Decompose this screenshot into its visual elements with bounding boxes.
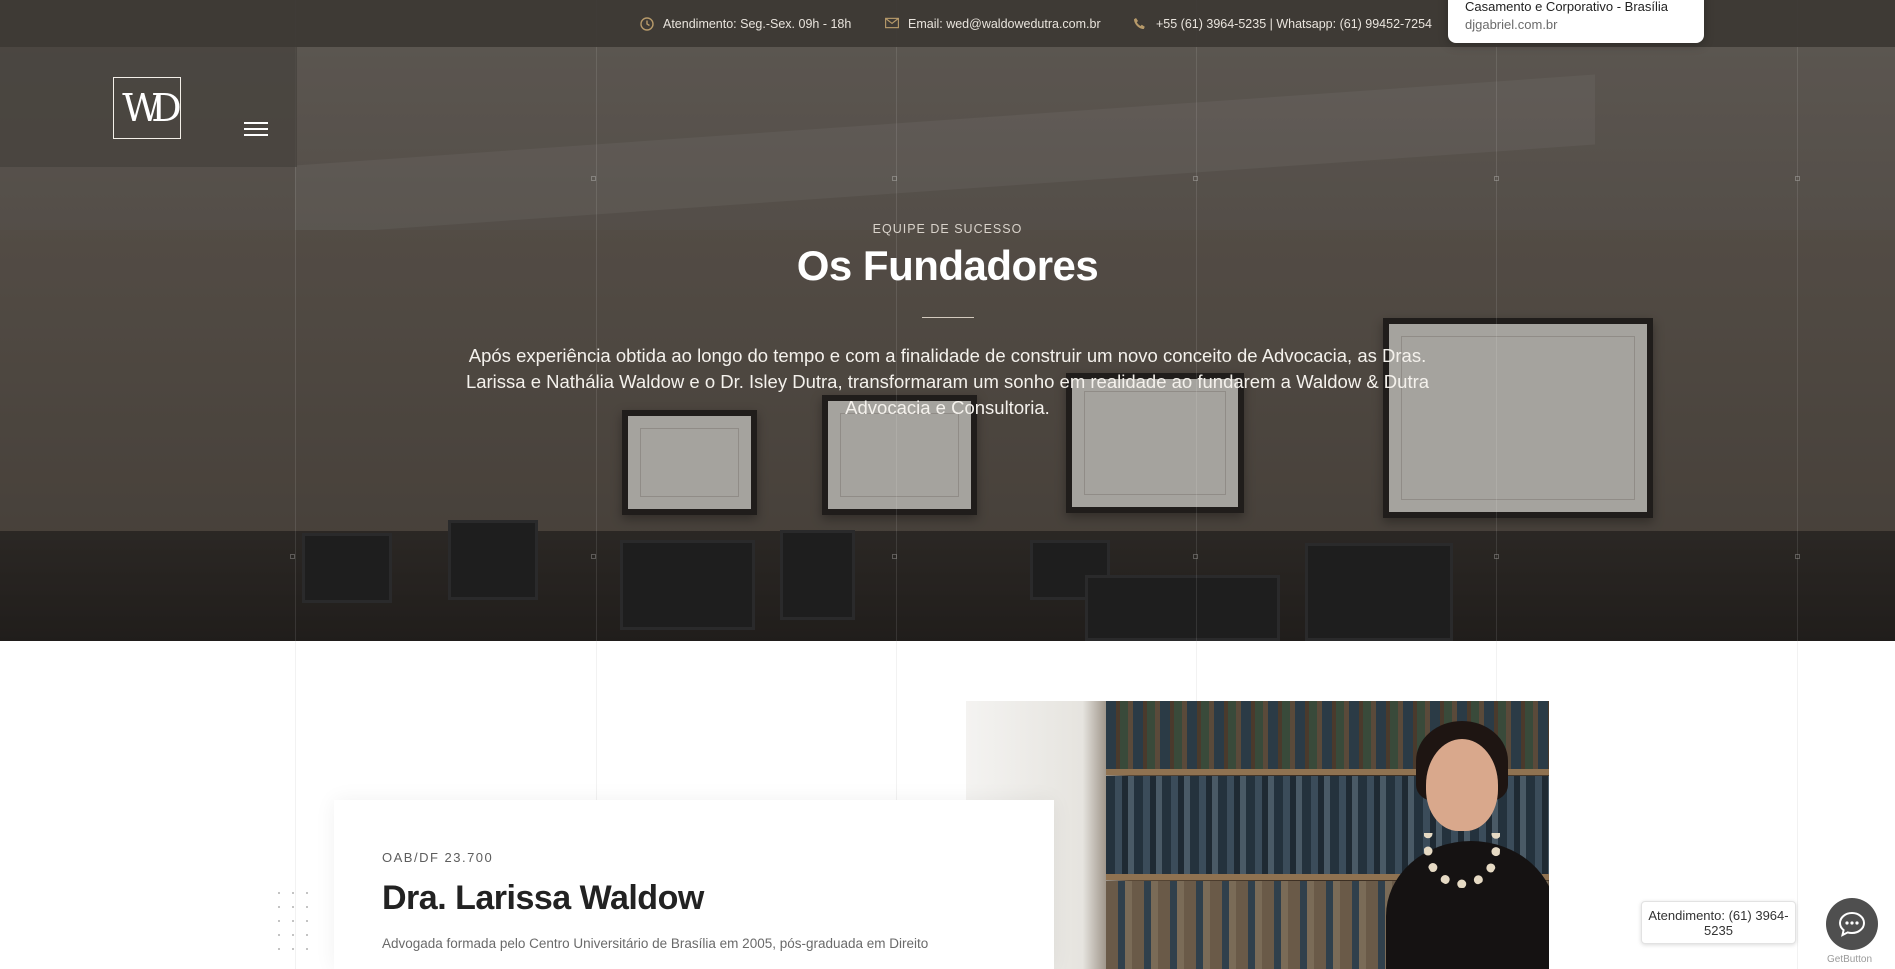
- phone-icon: [1133, 17, 1147, 31]
- clock-icon: [640, 16, 654, 31]
- phone-text[interactable]: +55 (61) 3964-5235 | Whatsapp: (61) 9945…: [1156, 17, 1432, 31]
- email-info[interactable]: Email: wed@waldowedutra.com.br: [885, 0, 1101, 47]
- getbutton-brand[interactable]: GetButton: [1827, 954, 1872, 965]
- founder-card: OAB/DF 23.700 Dra. Larissa Waldow Advoga…: [334, 800, 1054, 969]
- hamburger-menu-icon[interactable]: [244, 122, 268, 138]
- hero-eyebrow: EQUIPE DE SUCESSO: [872, 222, 1023, 236]
- phone-info[interactable]: +55 (61) 3964-5235 | Whatsapp: (61) 9945…: [1133, 0, 1432, 47]
- oab-number: OAB/DF 23.700: [382, 850, 494, 865]
- chat-button[interactable]: [1826, 898, 1878, 950]
- hours-info: Atendimento: Seg.-Sex. 09h - 18h: [640, 0, 851, 47]
- ad-url[interactable]: djgabriel.com.br: [1465, 16, 1687, 34]
- hours-text: Atendimento: Seg.-Sex. 09h - 18h: [663, 16, 852, 31]
- site-logo[interactable]: WD: [113, 77, 182, 139]
- founder-bio: Advogada formada pelo Centro Universitár…: [382, 936, 929, 951]
- envelope-icon: [885, 17, 899, 31]
- ad-popup[interactable]: Casamento e Corporativo - Brasília djgab…: [1448, 0, 1704, 43]
- founder-name: Dra. Larissa Waldow: [382, 879, 704, 917]
- ad-title[interactable]: Casamento e Corporativo - Brasília: [1465, 0, 1687, 16]
- grid-line: [1797, 641, 1798, 969]
- title-divider: [922, 317, 974, 318]
- founder-portrait: [1386, 711, 1549, 969]
- hero-description: Após experiência obtida ao longo do temp…: [465, 345, 1430, 418]
- chat-icon: [1838, 911, 1866, 937]
- email-text[interactable]: Email: wed@waldowedutra.com.br: [908, 17, 1101, 31]
- decorative-dots: [272, 886, 318, 956]
- chat-bubble[interactable]: Atendimento: (61) 3964-5235: [1641, 901, 1796, 944]
- logo-text: WD: [122, 86, 181, 130]
- page-title: Os Fundadores: [796, 242, 1099, 289]
